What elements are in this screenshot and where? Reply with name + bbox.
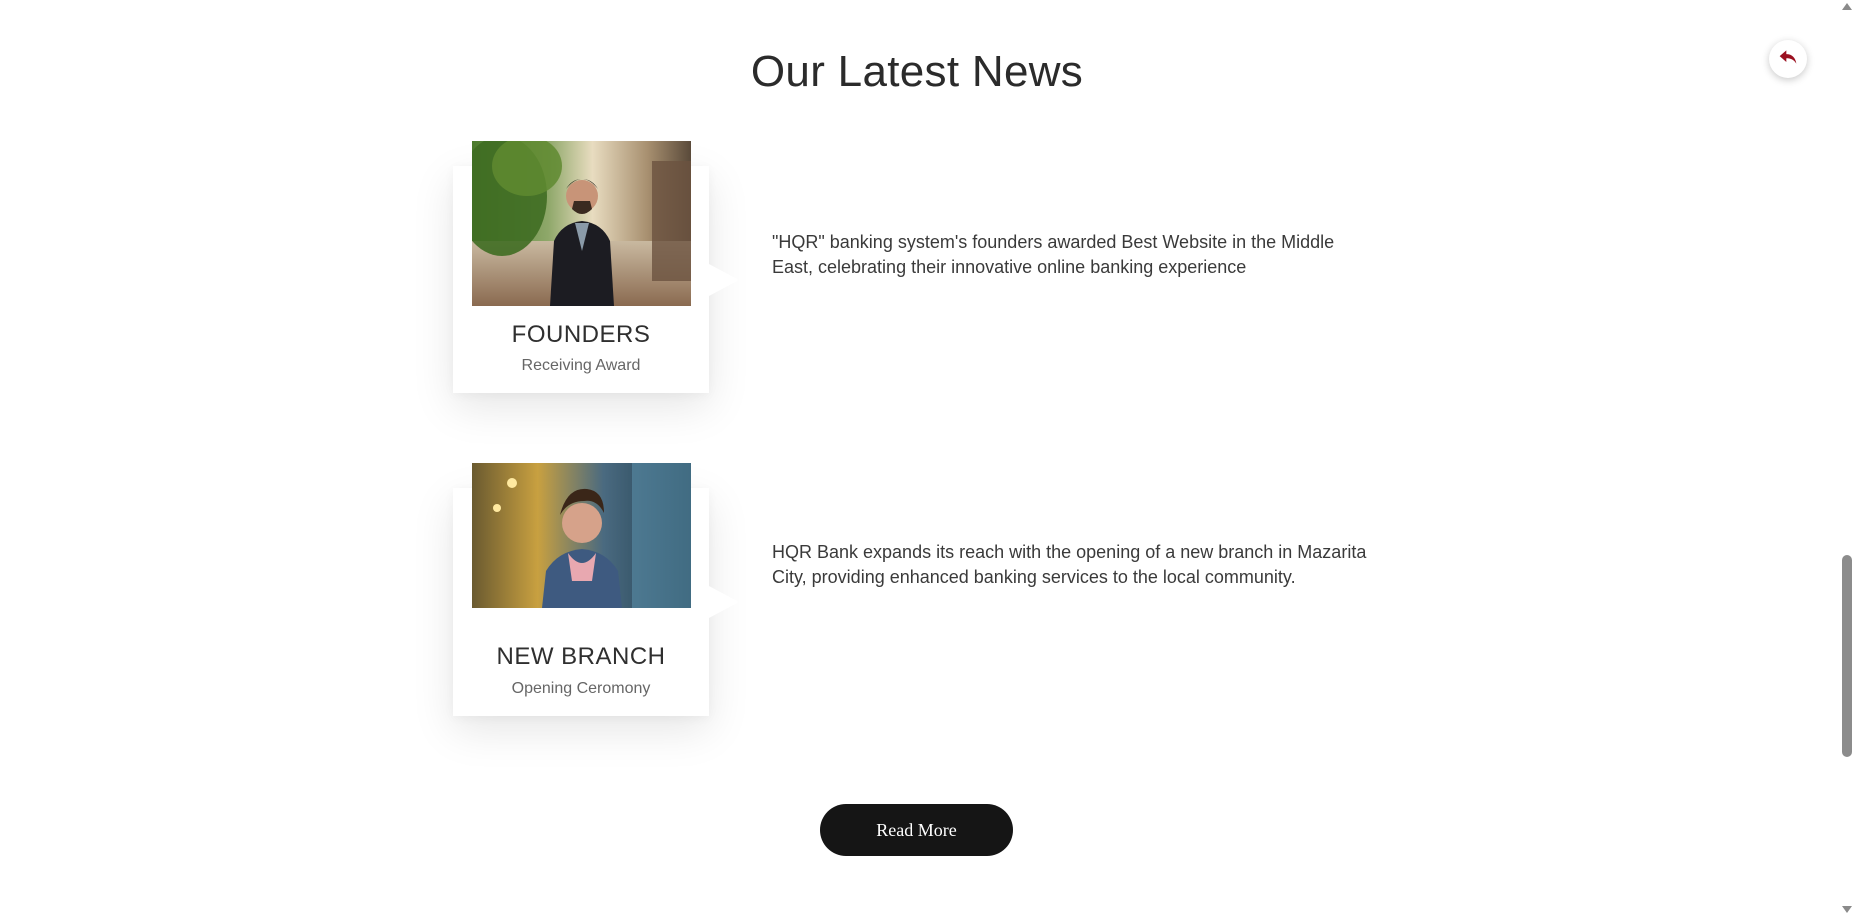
page: Our Latest News FOUNDERS Receiving Award… (0, 0, 1856, 916)
news-card[interactable]: NEW BRANCH Opening Ceromony (453, 463, 739, 716)
reply-arrow-icon (1778, 47, 1798, 72)
back-button[interactable] (1769, 40, 1807, 78)
news-card[interactable]: FOUNDERS Receiving Award (453, 141, 739, 393)
news-text: "HQR" banking system's founders awarded … (772, 232, 1335, 277)
branch-photo (472, 463, 691, 608)
scroll-down-arrow-icon[interactable] (1842, 906, 1852, 913)
news-text: HQR Bank expands its reach with the open… (772, 542, 1367, 587)
card-pointer (709, 263, 739, 296)
read-more-button[interactable]: Read More (820, 804, 1013, 856)
scroll-thumb[interactable] (1842, 555, 1852, 757)
card-pointer (709, 586, 739, 618)
scrollbar[interactable] (1838, 0, 1856, 916)
section-title: Our Latest News (750, 46, 1084, 96)
news-card-title: NEW BRANCH (496, 643, 666, 670)
news-card-title: FOUNDERS (511, 321, 651, 348)
founder-photo (472, 141, 691, 306)
news-card-subtitle: Receiving Award (521, 357, 641, 374)
news-card-subtitle: Opening Ceromony (511, 680, 651, 697)
scroll-up-arrow-icon[interactable] (1842, 3, 1852, 10)
